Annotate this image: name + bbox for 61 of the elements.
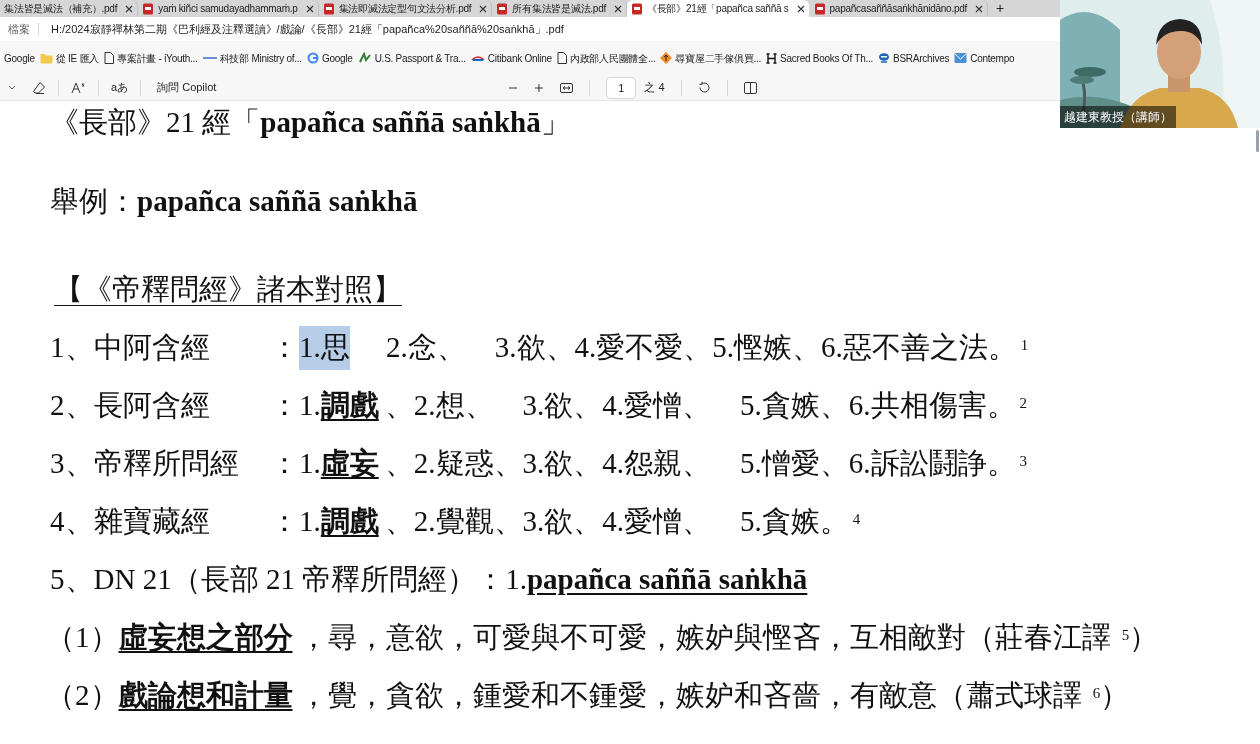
address-scheme: 檔案 bbox=[7, 21, 31, 37]
bookmark-link[interactable]: 尋寶屋二手傢俱買... bbox=[660, 50, 762, 66]
browser-tab[interactable]: 《長部》21經「papañca saññā s bbox=[627, 0, 810, 17]
text-line: 舉例：papañca saññā saṅkhā bbox=[50, 184, 418, 220]
close-icon[interactable] bbox=[796, 4, 805, 13]
arc-icon bbox=[470, 54, 485, 62]
fit-width-icon[interactable] bbox=[560, 82, 574, 93]
text-line: 2、長阿含經 ：1.調戲 、2.想、 3.欲、4.愛憎、 5.貪嫉、6.共相傷害。$^{2}$ bbox=[50, 388, 1027, 424]
text-line: （1）虛妄想之部分 ，尋，意欲，可愛與不可愛，嫉妒與慳吝，互相敵對（莊春江譯 $^{5}$） bbox=[46, 620, 1159, 656]
text-line: （2）戲論想和計量 ，覺，貪欲，鍾愛和不鍾愛，嫉妒和吝嗇，有敵意（蕭式球譯 $^{6}$） bbox=[46, 678, 1130, 714]
bookmark-link[interactable]: Sacred Books Of Th... bbox=[766, 50, 874, 66]
pdf-icon bbox=[142, 2, 155, 15]
serif-h-icon bbox=[766, 52, 778, 64]
participant-name: 越建東教授（講師） bbox=[1060, 106, 1176, 128]
close-icon[interactable] bbox=[125, 4, 134, 13]
bookmark-link[interactable]: BSRArchives bbox=[878, 50, 950, 66]
plus-icon[interactable] bbox=[534, 82, 545, 93]
text-line: 4、雜寶藏經 ：1.調戲 、2.覺觀、3.欲、4.愛憎、 5.貪嫉。$^{4}$ bbox=[50, 504, 861, 540]
rotate-icon[interactable] bbox=[697, 81, 711, 94]
text-line: 1、中阿含經 ：1.思 2.念、 3.欲、4.愛不愛、5.慳嫉、6.惡不善之法。$^{1}$ bbox=[50, 326, 1029, 370]
line-icon bbox=[202, 56, 217, 60]
new-tab-button[interactable]: + bbox=[988, 0, 1013, 17]
bookmark-link[interactable]: Google bbox=[4, 50, 35, 66]
copilot-button[interactable]: 詢問 Copilot bbox=[157, 79, 217, 96]
text-size-icon[interactable] bbox=[71, 81, 86, 94]
pdf-icon bbox=[322, 2, 335, 15]
pdf-icon bbox=[496, 2, 509, 15]
bookmark-link[interactable]: Google bbox=[306, 50, 353, 66]
bookmark-link[interactable]: 專案計畫 - iYouth... bbox=[104, 50, 198, 66]
address-field[interactable]: H:/2024寂靜禪林第二期《巴利經及注釋選讀》/戲論/《長部》21經「papañca%20saññā%20saṅkhā」.pdf bbox=[39, 20, 1050, 38]
bookmark-link[interactable]: 內政部人民團體全... bbox=[556, 50, 656, 66]
page-icon bbox=[556, 52, 567, 64]
text-line: 3、帝釋所問經 ：1.虛妄 、2.疑惑、3.欲、4.怨親、 5.憎愛、6.訴訟鬪諍。$^{3}$ bbox=[50, 446, 1027, 482]
folder-icon bbox=[39, 52, 53, 64]
page-icon bbox=[104, 52, 114, 64]
document-heading: 《長部》21 經「papañca saññā saṅkhā」 bbox=[50, 105, 570, 141]
g-logo-icon bbox=[306, 52, 319, 64]
text-line: 5、DN 21（長部 21 帝釋所問經）：1.papañca saññā saṅkhā bbox=[50, 562, 809, 598]
read-aloud-button[interactable]: aあ bbox=[111, 79, 129, 96]
close-icon[interactable] bbox=[975, 4, 984, 13]
close-icon[interactable] bbox=[614, 4, 622, 13]
eraser-icon[interactable] bbox=[32, 80, 46, 95]
leaf-icon bbox=[357, 52, 372, 64]
bookmark-link[interactable]: 從 IE 匯入 bbox=[39, 50, 99, 66]
bookmark-link[interactable]: Citibank Online bbox=[470, 50, 552, 66]
close-icon[interactable] bbox=[305, 4, 314, 13]
page-view-icon[interactable] bbox=[743, 81, 757, 94]
close-icon[interactable] bbox=[479, 4, 488, 13]
section-heading: 【《帝釋問經》諸本對照】 bbox=[54, 272, 402, 308]
page-number-field[interactable]: 1 bbox=[606, 76, 637, 99]
chat-icon bbox=[878, 52, 891, 64]
page-count: 之 4 bbox=[644, 80, 665, 96]
chevron-down-icon[interactable] bbox=[8, 84, 16, 91]
pdf-icon bbox=[631, 2, 643, 15]
pdf-icon bbox=[813, 2, 826, 15]
bookmark-link[interactable]: 科技部 Ministry of... bbox=[202, 50, 302, 66]
bookmark-link[interactable]: U.S. Passport & Tra... bbox=[357, 50, 466, 66]
scrollbar[interactable] bbox=[1256, 130, 1259, 152]
arrow-up-icon bbox=[660, 52, 673, 64]
envelope-icon bbox=[954, 52, 968, 64]
bookmark-link[interactable]: Contempo bbox=[954, 50, 1015, 66]
